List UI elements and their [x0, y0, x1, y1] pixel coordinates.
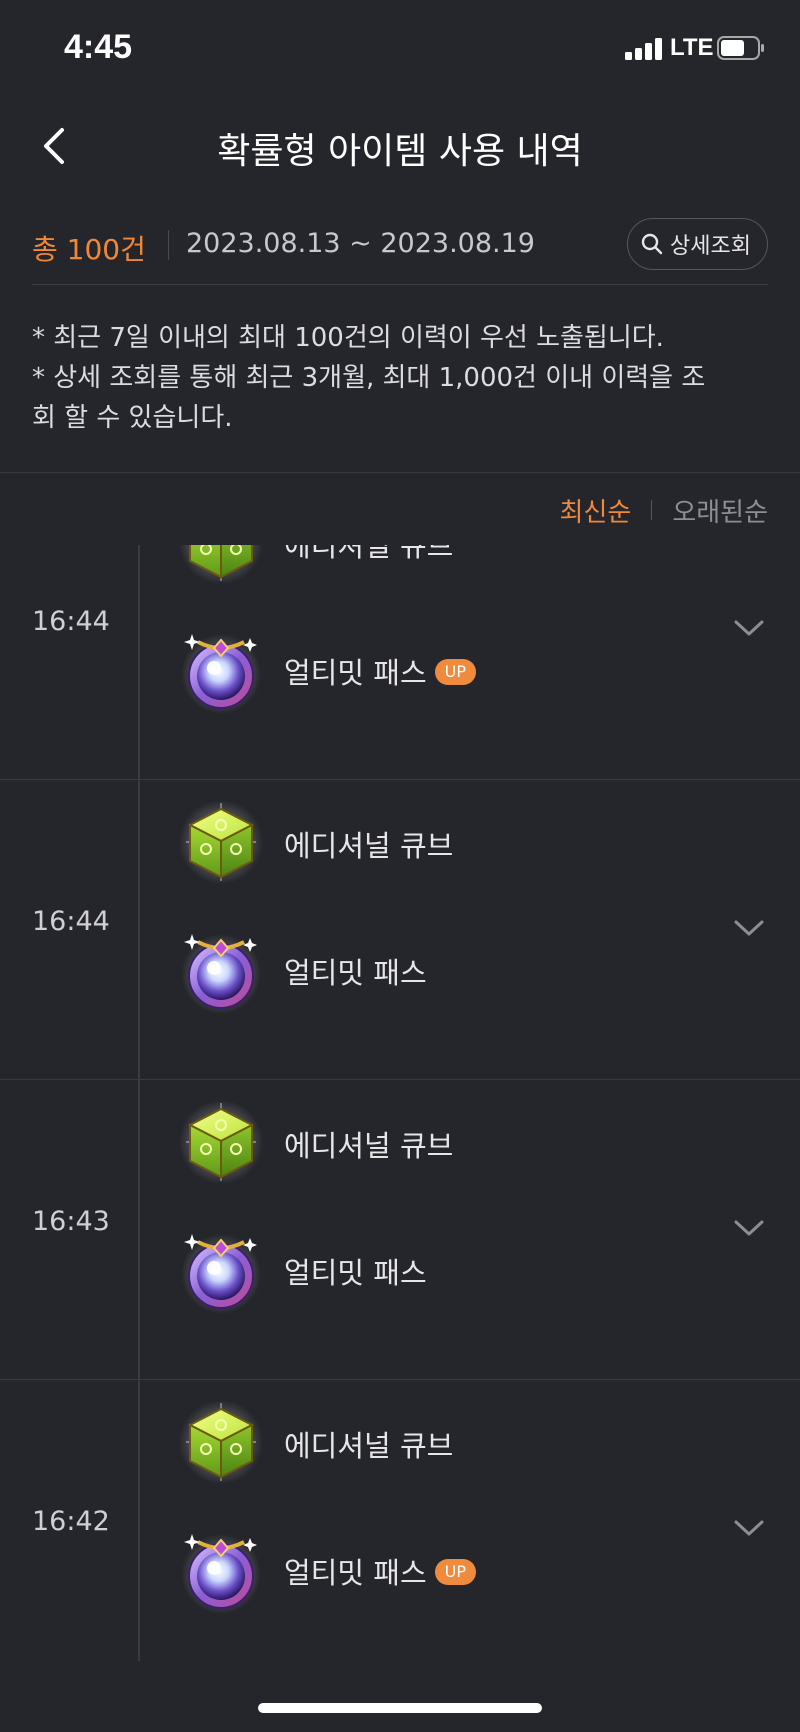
app-header: 확률형 아이템 사용 내역 — [0, 100, 800, 190]
item-row[interactable]: 에디셔널 큐브 — [178, 797, 658, 887]
usage-history-list[interactable]: 16:44 에디셔널 큐브 얼티밋 패스 UP 16:44 에디셔널 큐브 얼티… — [0, 545, 800, 1661]
ultimate-pass-icon — [179, 1232, 263, 1314]
history-entry[interactable]: 16:42 에디셔널 큐브 얼티밋 패스 UP — [0, 1380, 800, 1661]
item-name: 얼티밋 패스 — [284, 956, 427, 990]
item-row[interactable]: 얼티밋 패스 — [178, 1224, 658, 1314]
detail-search-label: 상세조회 — [670, 234, 751, 259]
divider — [168, 230, 169, 260]
ultimate-pass-icon — [179, 632, 263, 714]
entry-time: 16:44 — [32, 606, 110, 637]
notice-line: 회 할 수 있습니다. — [32, 403, 233, 433]
item-name: 에디셔널 큐브 — [284, 1129, 454, 1163]
notice-text: * 최근 7일 이내의 최대 100건의 이력이 우선 노출됩니다. * 상세 … — [32, 318, 772, 438]
signal-strength-icon — [625, 38, 665, 60]
home-indicator[interactable] — [258, 1703, 542, 1713]
item-row[interactable]: 에디셔널 큐브 — [178, 545, 658, 587]
item-row[interactable]: 에디셔널 큐브 — [178, 1097, 658, 1187]
status-time: 4:45 — [64, 28, 133, 66]
sort-toggle: 최신순 오래된순 — [560, 490, 768, 530]
divider — [0, 472, 800, 473]
total-count: 총 100건 — [32, 233, 146, 266]
sort-newest-button[interactable]: 최신순 — [560, 492, 632, 529]
up-badge: UP — [434, 1559, 476, 1585]
history-entry[interactable]: 16:44 에디셔널 큐브 얼티밋 패스 — [0, 780, 800, 1080]
entry-time: 16:44 — [32, 906, 110, 937]
notice-line: * 상세 조회를 통해 최근 3개월, 최대 1,000건 이내 이력을 조 — [32, 363, 706, 393]
divider — [32, 284, 768, 285]
item-row[interactable]: 얼티밋 패스 UP — [178, 1524, 658, 1614]
ultimate-pass-icon — [179, 932, 263, 1014]
additional-cube-icon — [178, 545, 264, 585]
entry-time: 16:43 — [32, 1206, 110, 1237]
notice-line: * 최근 7일 이내의 최대 100건의 이력이 우선 노출됩니다. — [32, 323, 664, 353]
item-name: 얼티밋 패스 UP — [284, 650, 476, 692]
search-icon — [641, 233, 663, 255]
ultimate-pass-icon — [179, 1532, 263, 1614]
timeline-line — [138, 1080, 140, 1379]
battery-icon — [717, 36, 764, 60]
summary-bar: 총 100건 2023.08.13 ~ 2023.08.19 상세조회 — [32, 218, 768, 286]
timeline-line — [138, 780, 140, 1079]
timeline-line — [138, 1380, 140, 1661]
page-title: 확률형 아이템 사용 내역 — [217, 131, 583, 172]
item-row[interactable]: 얼티밋 패스 — [178, 924, 658, 1014]
up-badge: UP — [434, 659, 476, 685]
item-name: 에디셔널 큐브 — [284, 1429, 454, 1463]
detail-search-button[interactable]: 상세조회 — [627, 218, 768, 270]
chevron-down-icon[interactable] — [732, 1218, 766, 1238]
chevron-down-icon[interactable] — [732, 1518, 766, 1538]
divider — [651, 500, 653, 520]
network-type-label: LTE — [670, 34, 714, 61]
additional-cube-icon — [178, 1399, 264, 1485]
item-name: 에디셔널 큐브 — [284, 545, 454, 563]
item-row[interactable]: 얼티밋 패스 UP — [178, 624, 658, 714]
item-name: 얼티밋 패스 — [284, 1256, 427, 1290]
item-row[interactable]: 에디셔널 큐브 — [178, 1397, 658, 1487]
item-name: 얼티밋 패스 UP — [284, 1550, 476, 1592]
additional-cube-icon — [178, 799, 264, 885]
date-range: 2023.08.13 ~ 2023.08.19 — [186, 228, 535, 259]
chevron-down-icon[interactable] — [732, 918, 766, 938]
chevron-down-icon[interactable] — [732, 618, 766, 638]
status-bar: 4:45 LTE — [0, 0, 800, 100]
item-name: 에디셔널 큐브 — [284, 829, 454, 863]
sort-oldest-button[interactable]: 오래된순 — [672, 492, 768, 529]
history-entry[interactable]: 16:43 에디셔널 큐브 얼티밋 패스 — [0, 1080, 800, 1380]
entry-time: 16:42 — [32, 1506, 110, 1537]
history-entry[interactable]: 16:44 에디셔널 큐브 얼티밋 패스 UP — [0, 545, 800, 780]
additional-cube-icon — [178, 1099, 264, 1185]
timeline-line — [138, 545, 140, 779]
